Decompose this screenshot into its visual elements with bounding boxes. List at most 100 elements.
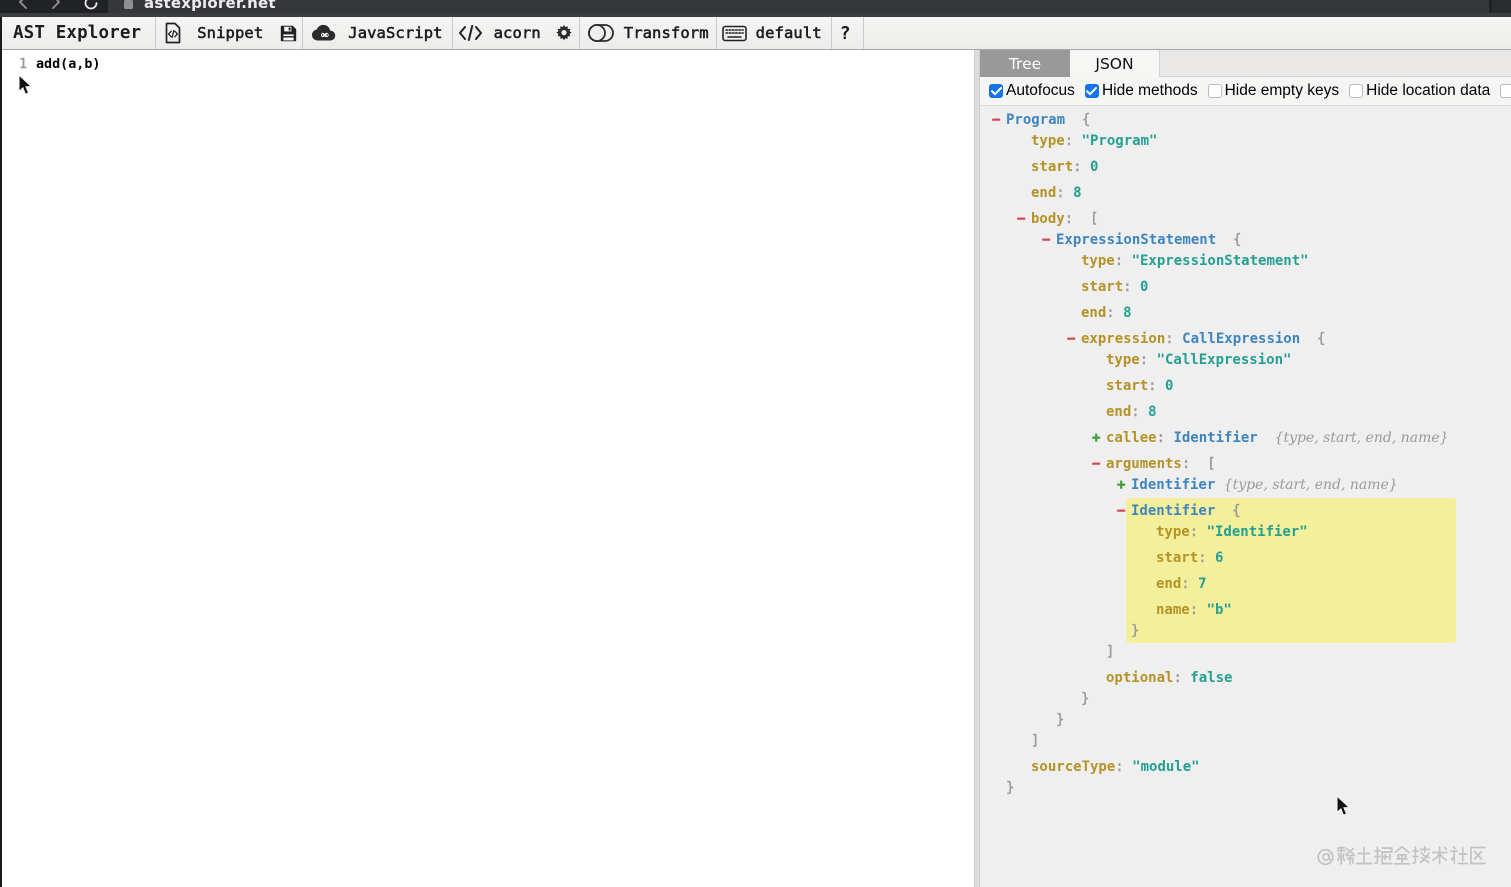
ast-punctuation: :	[1056, 185, 1074, 201]
ast-value: "Identifier"	[1206, 524, 1308, 540]
tree-line[interactable]: type: "Identifier"	[1131, 522, 1456, 543]
tree-line[interactable]: type: "Program"	[1006, 131, 1456, 152]
tab-json[interactable]: JSON	[1070, 50, 1160, 77]
ast-punctuation: :	[1189, 524, 1207, 540]
option-hide-methods[interactable]: Hide methods	[1084, 82, 1198, 100]
tree-line[interactable]: optional: false	[1006, 668, 1456, 689]
ast-key: sourceType	[1031, 759, 1116, 775]
tree-line[interactable]: }	[1006, 778, 1456, 799]
adjacent-tab-edge	[1492, 0, 1511, 13]
tree-line[interactable]: type: "CallExpression"	[1006, 350, 1456, 371]
ast-punctuation: :	[1114, 253, 1132, 269]
expand-toggle-icon[interactable]: +	[1117, 475, 1131, 496]
tree-line[interactable]: }	[1006, 689, 1456, 710]
code-editor[interactable]: 1 add(a,b)	[0, 50, 974, 887]
ast-punctuation: :	[1064, 133, 1082, 149]
tab-tree[interactable]: Tree	[980, 50, 1070, 77]
tree-line[interactable]: end: 8	[1006, 303, 1456, 324]
parser-label: acorn	[493, 24, 541, 43]
option-autofocus[interactable]: Autofocus	[989, 82, 1075, 100]
tree-line[interactable]: − expression: CallExpression {	[1006, 329, 1456, 350]
ast-punctuation: ]	[1031, 733, 1040, 749]
checkbox-checked-icon[interactable]	[989, 84, 1003, 98]
save-floppy-icon[interactable]	[280, 25, 297, 42]
ast-key: start	[1156, 550, 1199, 566]
help-label: ?	[839, 22, 851, 44]
gear-icon[interactable]	[555, 24, 573, 42]
browser-forward-icon[interactable]	[49, 0, 63, 9]
ast-key: name	[1156, 602, 1190, 618]
tree-line[interactable]: sourceType: "module"	[1006, 757, 1456, 778]
option-hide-empty-keys[interactable]: Hide empty keys	[1207, 82, 1339, 100]
browser-reload-icon[interactable]	[83, 0, 98, 10]
collapse-toggle-icon[interactable]: −	[1017, 209, 1031, 230]
tree-line[interactable]: − Program {	[992, 110, 1456, 131]
ast-collapsed-preview: {type, start, end, name}	[1223, 477, 1398, 493]
ast-tree[interactable]: − Program {type: "Program" start: 0 end: 8−…	[980, 107, 1511, 887]
option-label: Autofocus	[1006, 82, 1075, 99]
ast-punctuation: }	[1081, 691, 1090, 707]
tree-line[interactable]: start: 0	[1006, 157, 1456, 178]
category-label: JavaScript	[348, 24, 443, 43]
collapse-toggle-icon[interactable]: −	[992, 110, 1006, 131]
ast-key: optional	[1106, 670, 1174, 686]
ast-punctuation: :	[1115, 759, 1133, 775]
collapse-toggle-icon[interactable]: −	[1117, 501, 1131, 522]
tree-line[interactable]: start: 0	[1006, 376, 1456, 397]
ast-punctuation: }	[1131, 623, 1140, 639]
tree-line[interactable]: start: 6	[1131, 548, 1456, 569]
collapse-toggle-icon[interactable]: −	[1067, 329, 1081, 350]
browser-back-icon[interactable]	[16, 0, 30, 9]
checkbox-checked-icon[interactable]	[1084, 84, 1099, 98]
watermark	[1317, 843, 1487, 873]
tree-line[interactable]: − arguments: [	[1006, 454, 1456, 475]
tree-line[interactable]: + callee: Identifier {type, start, end, n…	[1006, 428, 1456, 449]
window-left-edge	[0, 17, 2, 887]
ast-key: start	[1106, 378, 1149, 394]
ast-punctuation: :	[1106, 305, 1124, 321]
tree-line[interactable]: name: "b"	[1131, 600, 1456, 621]
checkbox-unchecked-icon[interactable]	[1500, 84, 1511, 98]
tree-line[interactable]: − body: [	[1006, 209, 1456, 230]
option-clipped[interactable]	[1500, 84, 1511, 98]
tree-line[interactable]: ]	[1006, 731, 1456, 752]
tree-line[interactable]: ]	[1006, 642, 1456, 663]
snippet-label: Snippet	[197, 24, 264, 43]
ast-key: end	[1156, 576, 1182, 592]
ast-punctuation: :	[1073, 159, 1091, 175]
tree-line[interactable]: − Identifier {	[1117, 501, 1456, 522]
transform-menu[interactable]: Transform	[580, 17, 717, 49]
ast-key: body	[1031, 211, 1065, 227]
keymap-menu[interactable]: default	[717, 17, 832, 49]
keyboard-icon	[721, 25, 747, 42]
tree-line[interactable]: + Identifier {type, start, end, name}	[1006, 475, 1456, 496]
browser-tab[interactable]: astexplorer.net	[108, 0, 1489, 13]
ast-node-name: CallExpression	[1182, 331, 1301, 347]
checkbox-unchecked-icon[interactable]	[1349, 84, 1364, 98]
collapse-toggle-icon[interactable]: −	[1092, 454, 1106, 475]
ast-tree-root: − Program {type: "Program" start: 0 end: 8−…	[992, 110, 1456, 799]
tree-line[interactable]: end: 7	[1131, 574, 1456, 595]
tree-line[interactable]: end: 8	[1006, 183, 1456, 204]
highlighted-node[interactable]: − Identifier {type: "Identifier" start: 6e…	[1117, 498, 1456, 643]
help-button[interactable]: ?	[832, 17, 864, 49]
ast-value: "Program"	[1081, 133, 1158, 149]
tree-line[interactable]: }	[1006, 710, 1456, 731]
mouse-cursor-tree	[1336, 794, 1351, 821]
ast-punctuation	[1215, 477, 1223, 493]
expand-toggle-icon[interactable]: +	[1092, 428, 1106, 449]
option-hide-location-data[interactable]: Hide location data	[1349, 82, 1490, 100]
code-text: add(a,b)	[36, 57, 101, 72]
parser-menu[interactable]: acorn	[453, 17, 580, 49]
tree-line[interactable]: }	[1131, 621, 1456, 642]
category-menu[interactable]: JavaScript	[303, 17, 453, 49]
tree-line[interactable]: end: 8	[1006, 402, 1456, 423]
checkbox-unchecked-icon[interactable]	[1207, 84, 1222, 98]
tree-line[interactable]: type: "ExpressionStatement"	[1006, 251, 1456, 272]
snippet-menu[interactable]: Snippet	[156, 17, 304, 49]
tree-line[interactable]: − ExpressionStatement {	[1006, 230, 1456, 251]
ast-key: type	[1156, 524, 1190, 540]
tree-line[interactable]: start: 0	[1006, 277, 1456, 298]
collapse-toggle-icon[interactable]: −	[1042, 230, 1056, 251]
ast-punctuation: {	[1216, 232, 1242, 248]
